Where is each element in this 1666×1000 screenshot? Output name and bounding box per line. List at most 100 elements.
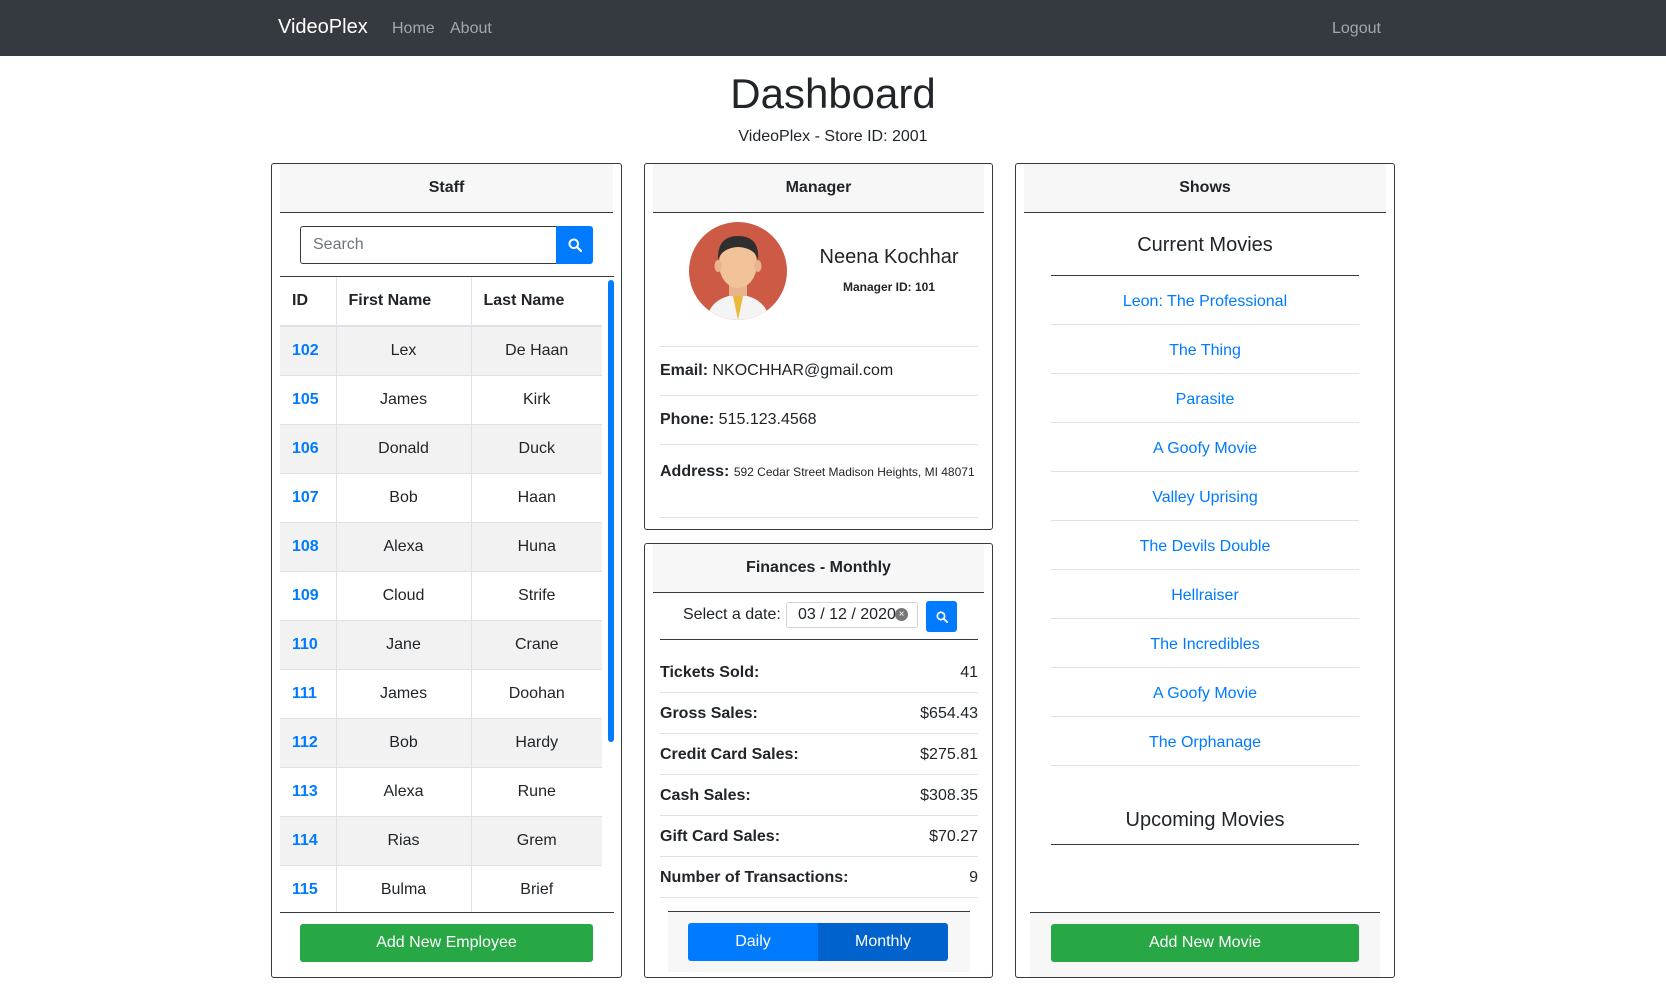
period-toggle-area: Daily Monthly <box>668 911 970 972</box>
movie-link[interactable]: The Incredibles <box>1051 619 1359 668</box>
first-name-cell: Alexa <box>336 766 472 816</box>
finance-value: 41 <box>960 664 978 681</box>
phone-value: 515.123.4568 <box>718 411 817 428</box>
finances-card: Finances - Monthly Select a date: 03 / 1… <box>644 543 993 978</box>
table-row: 102 Lex De Haan <box>280 325 602 375</box>
staff-id-link[interactable]: 110 <box>280 619 337 669</box>
staff-header: Staff <box>280 164 613 213</box>
email-value: NKOCHHAR@gmail.com <box>712 362 894 379</box>
last-name-cell: Kirk <box>471 374 602 424</box>
movie-link[interactable]: Leon: The Professional <box>1051 276 1359 325</box>
upcoming-movies-title: Upcoming Movies <box>1051 809 1359 845</box>
manager-address-row: Address: 592 Cedar Street Madison Height… <box>660 444 978 518</box>
brand-link[interactable]: VideoPlex <box>278 16 368 39</box>
date-search-button[interactable] <box>926 601 957 632</box>
movie-link[interactable]: Valley Uprising <box>1051 472 1359 521</box>
nav-about[interactable]: About <box>450 20 492 38</box>
movie-link[interactable]: Parasite <box>1051 374 1359 423</box>
finance-label: Credit Card Sales: <box>660 746 799 763</box>
staff-id-link[interactable]: 105 <box>280 374 337 424</box>
staff-table-container[interactable]: ID First Name Last Name 102 Lex De Haan 10… <box>280 276 614 913</box>
staff-card: Staff ID First Name Last Name 102LexDe H… <box>271 163 622 978</box>
first-name-cell: Lex <box>336 325 472 375</box>
finance-value: 9 <box>969 869 978 886</box>
finance-value: $308.35 <box>920 787 978 804</box>
table-row: 114 Rias Grem <box>280 815 602 865</box>
finance-row-cash: Cash Sales: $308.35 <box>660 775 978 816</box>
page-subtitle: VideoPlex - Store ID: 2001 <box>738 128 928 145</box>
first-name-cell: Rias <box>336 815 472 865</box>
movie-link[interactable]: Hellraiser <box>1051 570 1359 619</box>
movie-link[interactable]: A Goofy Movie <box>1051 423 1359 472</box>
manager-email-row: Email: NKOCHHAR@gmail.com <box>660 346 978 395</box>
last-name-cell: Doohan <box>471 668 602 718</box>
last-name-cell: Haan <box>471 472 602 522</box>
manager-name: Neena Kochhar <box>819 246 959 268</box>
last-name-cell: Huna <box>471 521 602 571</box>
staff-search <box>300 226 593 264</box>
page-title: Dashboard <box>730 70 936 117</box>
staff-table: ID First Name Last Name 102 Lex De Haan 10… <box>280 277 602 912</box>
staff-id-link[interactable]: 109 <box>280 570 337 620</box>
staff-id-link[interactable]: 113 <box>280 766 337 816</box>
table-row: 111 James Doohan <box>280 668 602 718</box>
finance-row-tickets: Tickets Sold: 41 <box>660 652 978 693</box>
navbar: VideoPlex Home About Logout <box>0 0 1666 56</box>
last-name-cell: Strife <box>471 570 602 620</box>
movie-link[interactable]: The Orphanage <box>1051 717 1359 766</box>
movie-link[interactable]: The Devils Double <box>1051 521 1359 570</box>
table-row: 107 Bob Haan <box>280 472 602 522</box>
movie-link[interactable]: The Thing <box>1051 325 1359 374</box>
shows-header: Shows <box>1024 164 1386 213</box>
finance-value: $654.43 <box>920 705 978 722</box>
staff-id-link[interactable]: 107 <box>280 472 337 522</box>
phone-label: Phone: <box>660 411 715 428</box>
date-input[interactable]: 03 / 12 / 2020 × <box>786 602 918 628</box>
date-picker-row: Select a date: 03 / 12 / 2020 × <box>660 592 978 640</box>
last-name-cell: Rune <box>471 766 602 816</box>
table-row: 110 Jane Crane <box>280 619 602 669</box>
address-label: Address: <box>660 463 730 480</box>
add-movie-button[interactable]: Add New Movie <box>1051 924 1359 962</box>
nav-home[interactable]: Home <box>392 20 435 38</box>
manager-header: Manager <box>653 164 984 213</box>
staff-id-link[interactable]: 115 <box>280 864 337 912</box>
manager-id: Manager ID: 101 <box>842 280 936 294</box>
first-name-cell: Jane <box>336 619 472 669</box>
address-value: 592 Cedar Street Madison Heights, MI 480… <box>733 465 975 479</box>
staff-id-link[interactable]: 108 <box>280 521 337 571</box>
manager-card: Manager Neena Kochhar Manager ID: 101 Em… <box>644 163 993 530</box>
daily-button[interactable]: Daily <box>688 923 818 961</box>
staff-search-button[interactable] <box>556 226 593 264</box>
staff-scrollbar[interactable] <box>608 280 614 742</box>
search-icon <box>568 238 582 252</box>
shows-footer: Add New Movie <box>1030 912 1380 977</box>
monthly-button[interactable]: Monthly <box>818 923 948 961</box>
staff-id-link[interactable]: 102 <box>280 325 337 375</box>
last-name-cell: Grem <box>471 815 602 865</box>
first-name-cell: Bulma <box>336 864 472 912</box>
table-row: 105 James Kirk <box>280 374 602 424</box>
finance-label: Tickets Sold: <box>660 664 760 681</box>
last-name-cell: Hardy <box>471 717 602 767</box>
first-name-cell: Alexa <box>336 521 472 571</box>
movie-link[interactable]: A Goofy Movie <box>1051 668 1359 717</box>
staff-id-link[interactable]: 114 <box>280 815 337 865</box>
nav-logout[interactable]: Logout <box>1332 20 1381 38</box>
first-name-cell: James <box>336 374 472 424</box>
staff-id-link[interactable]: 112 <box>280 717 337 767</box>
add-employee-button[interactable]: Add New Employee <box>300 924 593 962</box>
date-value: 03 / 12 / 2020 <box>798 606 896 623</box>
manager-phone-row: Phone: 515.123.4568 <box>660 395 978 444</box>
staff-id-link[interactable]: 106 <box>280 423 337 473</box>
email-label: Email: <box>660 362 709 379</box>
table-row: 113 Alexa Rune <box>280 766 602 816</box>
search-icon <box>935 610 948 623</box>
clear-icon[interactable]: × <box>895 608 908 621</box>
finances-header: Finances - Monthly <box>653 544 984 593</box>
staff-search-input[interactable] <box>300 226 556 264</box>
finance-label: Gift Card Sales: <box>660 828 781 845</box>
staff-id-link[interactable]: 111 <box>280 668 337 718</box>
first-name-cell: Cloud <box>336 570 472 620</box>
table-row: 115 Bulma Brief <box>280 864 602 912</box>
